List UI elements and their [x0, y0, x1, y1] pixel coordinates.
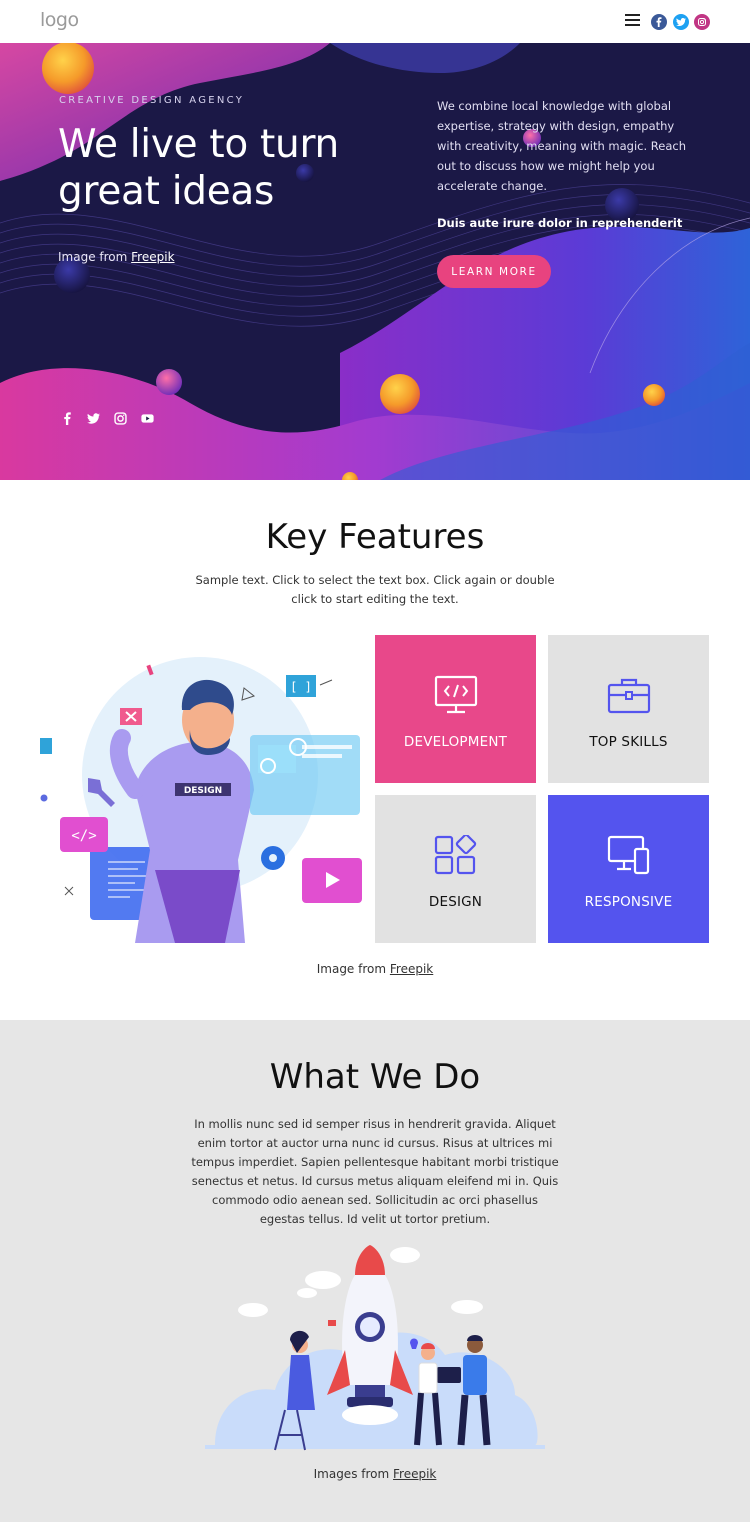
instagram-icon[interactable]	[694, 14, 710, 30]
briefcase-icon	[607, 678, 650, 714]
facebook-icon[interactable]	[651, 14, 667, 30]
hero-description: We combine local knowledge with global e…	[437, 99, 686, 193]
what-we-do-image-credit: Images from Freepik	[0, 1467, 750, 1481]
features-title: Key Features	[265, 517, 485, 557]
rocket-team-illustration	[205, 1245, 545, 1455]
svg-text:[ ]: [ ]	[290, 680, 312, 694]
tile-label: TOP SKILLS	[589, 734, 668, 750]
hero-eyebrow: CREATIVE DESIGN AGENCY	[59, 95, 245, 106]
freepik-link[interactable]: Freepik	[390, 962, 433, 976]
monitor-code-icon	[434, 675, 477, 714]
devices-icon	[607, 835, 649, 875]
freepik-link[interactable]: Freepik	[131, 250, 174, 264]
designer-illustration: </> DESIGN [ ]	[40, 650, 363, 943]
what-we-do-text: In mollis nunc sed id semper risus in he…	[191, 1117, 559, 1226]
youtube-icon[interactable]	[139, 410, 155, 426]
tile-development[interactable]: DEVELOPMENT	[375, 635, 536, 783]
tile-label: RESPONSIVE	[584, 894, 673, 910]
hero-bold-text: Duis aute irure dolor in reprehenderit	[437, 216, 683, 230]
learn-more-button[interactable]: LEARN MORE	[437, 255, 551, 288]
features-subtitle: Sample text. Click to select the text bo…	[195, 573, 555, 606]
menu-icon[interactable]	[625, 14, 640, 26]
credit-prefix: Image from	[316, 962, 387, 976]
freepik-link[interactable]: Freepik	[393, 1467, 436, 1481]
instagram-icon[interactable]	[112, 410, 128, 426]
tile-label: DESIGN	[428, 894, 483, 910]
twitter-icon[interactable]	[673, 14, 689, 30]
credit-prefix: Images from	[313, 1467, 390, 1481]
features-image-credit: Image from Freepik	[0, 962, 750, 976]
what-we-do-title: What We Do	[269, 1057, 481, 1097]
tile-label: DEVELOPMENT	[403, 734, 508, 750]
hero-section: CREATIVE DESIGN AGENCY We live to turn g…	[0, 43, 750, 480]
svg-text:DESIGN: DESIGN	[184, 786, 222, 796]
tile-responsive[interactable]: RESPONSIVE	[548, 795, 709, 943]
credit-prefix: Image from	[58, 250, 128, 264]
tile-design[interactable]: DESIGN	[375, 795, 536, 943]
twitter-icon[interactable]	[85, 410, 101, 426]
hero-image-credit: Image from Freepik	[58, 250, 175, 264]
logo[interactable]: logo	[40, 9, 79, 31]
facebook-icon[interactable]	[59, 410, 75, 426]
tile-top-skills[interactable]: TOP SKILLS	[548, 635, 709, 783]
site-header: logo	[0, 0, 750, 43]
svg-text:</>: </>	[71, 828, 96, 844]
hero-title: We live to turn great ideas	[58, 122, 339, 214]
what-we-do-section: What We Do In mollis nunc sed id semper …	[0, 1020, 750, 1522]
shapes-icon	[434, 835, 476, 875]
